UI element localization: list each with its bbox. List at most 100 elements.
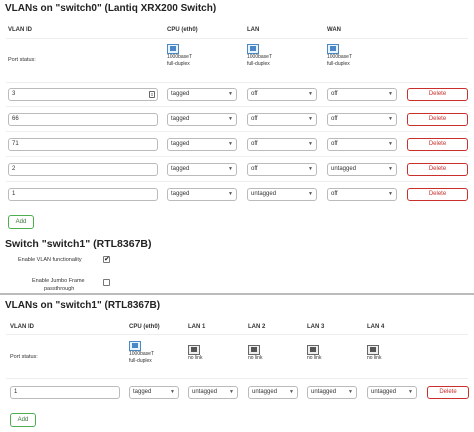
divider <box>6 38 468 39</box>
port-status-label: Port status: <box>10 354 38 360</box>
jumbo-label-line2-wrap: passthrough <box>44 286 74 292</box>
select-value: tagged <box>171 191 190 197</box>
wan-select[interactable]: off ▼ <box>327 113 397 126</box>
switch1-section-title: VLANs on "switch1" (RTL8367B) <box>5 300 161 311</box>
delete-button[interactable]: Delete <box>407 188 468 201</box>
select-value: untagged <box>251 191 277 197</box>
divider <box>6 378 468 379</box>
lan4-select[interactable]: untagged ▼ <box>367 386 417 399</box>
cpu-select[interactable]: tagged ▼ <box>129 386 179 399</box>
vlan-id-input[interactable]: 2 <box>8 163 158 176</box>
chevron-down-icon: ▼ <box>229 389 234 395</box>
lan3-select[interactable]: untagged ▼ <box>307 386 357 399</box>
select-value: tagged <box>171 91 190 97</box>
chevron-down-icon: ▼ <box>388 191 393 197</box>
cpu-select[interactable]: tagged ▼ <box>167 188 237 201</box>
chevron-down-icon: ▼ <box>308 116 313 122</box>
lan-select[interactable]: off ▼ <box>247 113 317 126</box>
lan-select[interactable]: off ▼ <box>247 88 317 101</box>
jumbo-label: Enable Jumbo Frame <box>32 278 85 284</box>
wan-select[interactable]: off ▼ <box>327 188 397 201</box>
add-button[interactable]: Add <box>8 215 34 229</box>
select-value: tagged <box>171 166 190 172</box>
wan-select[interactable]: off ▼ <box>327 88 397 101</box>
wan-select[interactable]: off ▼ <box>327 138 397 151</box>
jumbo-label-line1: Enable Jumbo Frame <box>32 278 85 284</box>
select-value: off <box>331 91 338 97</box>
col-header-lan3: LAN 3 <box>307 324 325 330</box>
chevron-down-icon: ▼ <box>228 166 233 172</box>
delete-button[interactable]: Delete <box>407 113 468 126</box>
vlan-id-input[interactable]: 1 <box>10 386 120 399</box>
select-value: untagged <box>371 389 397 395</box>
port-speed: 1000baseT <box>327 54 353 60</box>
cpu-select[interactable]: tagged ▼ <box>167 88 237 101</box>
port-line1: no link <box>188 355 203 361</box>
port-status-cpu: 1000baseT full-duplex <box>129 341 154 365</box>
jumbo-label-line2: passthrough <box>44 286 75 292</box>
cpu-select[interactable]: tagged ▼ <box>167 163 237 176</box>
port-status-label: Port status: <box>8 57 36 63</box>
select-value: tagged <box>171 141 190 147</box>
col-header-vlan-id: VLAN ID <box>8 27 32 33</box>
select-value: off <box>251 91 258 97</box>
vlan-id-value: 1 <box>14 389 18 395</box>
lan1-select[interactable]: untagged ▼ <box>188 386 238 399</box>
divider <box>6 106 468 107</box>
chevron-down-icon: ▼ <box>308 166 313 172</box>
chevron-down-icon: ▼ <box>388 166 393 172</box>
vlan-id-value: 1 <box>12 191 16 197</box>
chevron-down-icon: ▼ <box>388 141 393 147</box>
vlan-id-value: 66 <box>12 116 19 122</box>
cpu-select[interactable]: tagged ▼ <box>167 138 237 151</box>
lan-select[interactable]: off ▼ <box>247 138 317 151</box>
chevron-down-icon: ▼ <box>308 191 313 197</box>
select-value: tagged <box>171 116 190 122</box>
vlan-id-value: 3 <box>12 91 16 97</box>
col-header-vlan-id: VLAN ID <box>10 324 34 330</box>
cpu-select[interactable]: tagged ▼ <box>167 113 237 126</box>
select-value: untagged <box>311 389 337 395</box>
lan-select[interactable]: off ▼ <box>247 163 317 176</box>
chevron-down-icon: ▼ <box>289 389 294 395</box>
ethernet-port-icon <box>167 44 179 54</box>
delete-button[interactable]: Delete <box>407 163 468 176</box>
lan-select[interactable]: untagged ▼ <box>247 188 317 201</box>
switch1-settings-title: Switch "switch1" (RTL8367B) <box>5 238 152 250</box>
chevron-down-icon: ▼ <box>308 91 313 97</box>
port-line1: no link <box>307 355 322 361</box>
vlan-id-input[interactable]: 1 <box>8 188 158 201</box>
port-duplex: full-duplex <box>327 61 350 67</box>
vlan-id-input[interactable]: 3 ⇕ <box>8 88 158 101</box>
port-line1: no link <box>367 355 382 361</box>
col-header-lan2: LAN 2 <box>248 324 266 330</box>
lan2-select[interactable]: untagged ▼ <box>248 386 298 399</box>
chevron-down-icon: ▼ <box>388 91 393 97</box>
select-value: off <box>251 116 258 122</box>
add-button[interactable]: Add <box>10 413 36 427</box>
port-status-lan4: no link <box>367 345 381 362</box>
enable-vlan-label: Enable VLAN functionality <box>18 257 82 263</box>
enable-vlan-checkbox[interactable]: ✔ <box>103 256 110 263</box>
number-stepper-icon[interactable]: ⇕ <box>149 91 155 98</box>
delete-button[interactable]: Delete <box>427 386 469 399</box>
chevron-down-icon: ▼ <box>408 389 413 395</box>
select-value: off <box>251 141 258 147</box>
delete-button[interactable]: Delete <box>407 88 468 101</box>
ethernet-port-nolink-icon <box>248 345 260 355</box>
port-status-lan: 1000baseT full-duplex <box>247 44 272 68</box>
vlan-id-value: 2 <box>12 166 16 172</box>
vlan-id-value: 71 <box>12 141 19 147</box>
wan-select[interactable]: untagged ▼ <box>327 163 397 176</box>
port-status-cpu: 1000baseT full-duplex <box>167 44 192 68</box>
ethernet-port-icon <box>129 341 141 351</box>
vlan-id-input[interactable]: 71 <box>8 138 158 151</box>
vlan-id-input[interactable]: 66 <box>8 113 158 126</box>
delete-button[interactable]: Delete <box>407 138 468 151</box>
port-duplex: full-duplex <box>247 61 270 67</box>
divider <box>6 131 468 132</box>
chevron-down-icon: ▼ <box>348 389 353 395</box>
jumbo-frame-checkbox[interactable] <box>103 279 110 286</box>
ethernet-port-nolink-icon <box>367 345 379 355</box>
col-header-lan1: LAN 1 <box>188 324 206 330</box>
